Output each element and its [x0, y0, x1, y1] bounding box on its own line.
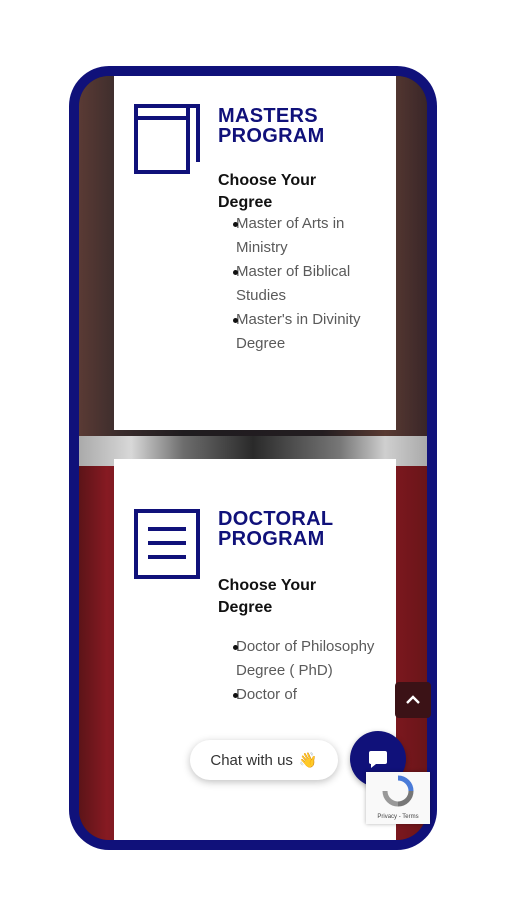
doctoral-program-card: DOCTORAL PROGRAM Choose Your Degree Doct… — [114, 459, 396, 840]
degree-link[interactable]: Master's in Divinity Degree — [236, 308, 386, 356]
masters-degree-list: Master of Arts in Ministry Master of Bib… — [233, 212, 386, 356]
title-line-2: PROGRAM — [218, 125, 325, 147]
scroll-to-top-button[interactable] — [395, 682, 431, 718]
chevron-up-icon — [406, 695, 420, 704]
book-icon — [134, 104, 200, 174]
chat-bubble-icon — [369, 751, 387, 768]
degree-link[interactable]: Doctor of Philosophy Degree ( PhD) — [236, 635, 386, 683]
masters-program-card: MASTERS PROGRAM Choose Your Degree Maste… — [114, 76, 396, 430]
chat-label: Chat with us — [210, 751, 293, 769]
waving-hand-icon: 👋 — [298, 752, 318, 769]
list-item[interactable]: Master of Arts in Ministry — [233, 212, 386, 260]
choose-degree-heading: Choose Your Degree — [218, 577, 317, 616]
list-item[interactable]: Master of Biblical Studies — [233, 260, 386, 308]
title-line-2: PROGRAM — [218, 528, 325, 550]
masters-program-title: MASTERS PROGRAM — [218, 106, 388, 146]
list-item[interactable]: Doctor of Philosophy Degree ( PhD) — [233, 635, 386, 683]
title-line-1: MASTERS — [218, 105, 318, 127]
recaptcha-links[interactable]: Privacy - Terms — [366, 814, 430, 820]
title-line-1: DOCTORAL — [218, 508, 334, 530]
doctoral-program-title: DOCTORAL PROGRAM — [218, 509, 388, 549]
list-item[interactable]: Master's in Divinity Degree — [233, 308, 386, 356]
document-lines-icon — [134, 509, 200, 579]
recaptcha-logo-icon — [382, 775, 414, 807]
degree-link[interactable]: Master of Arts in Ministry — [236, 212, 386, 260]
degree-link[interactable]: Doctor of — [236, 683, 386, 707]
degree-link[interactable]: Master of Biblical Studies — [236, 260, 386, 308]
recaptcha-badge[interactable]: Privacy - Terms — [366, 772, 430, 824]
chat-with-us-button[interactable]: Chat with us 👋 — [190, 740, 338, 780]
choose-degree-heading: Choose Your Degree — [218, 172, 317, 211]
list-item[interactable]: Doctor of — [233, 683, 386, 707]
phone-screen: MASTERS PROGRAM Choose Your Degree Maste… — [79, 76, 427, 840]
doctoral-degree-list: Doctor of Philosophy Degree ( PhD) Docto… — [233, 635, 386, 707]
